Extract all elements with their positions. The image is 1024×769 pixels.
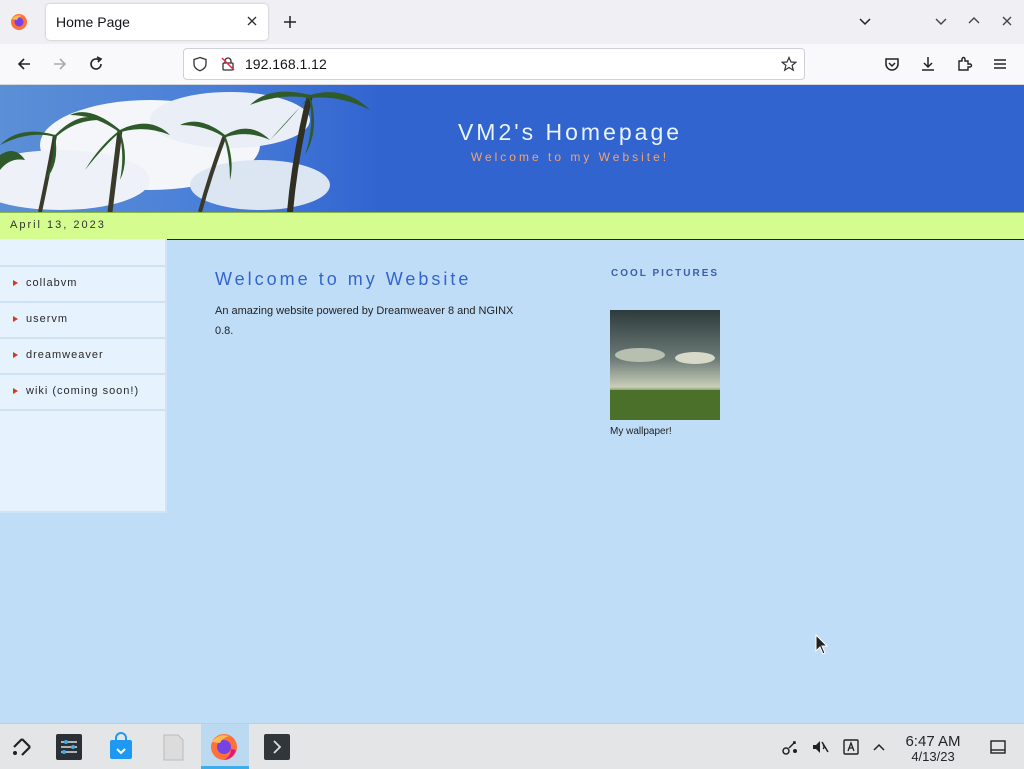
taskbar-firefox[interactable] (201, 724, 249, 769)
sidebar-item-collabvm[interactable]: collabvm (0, 265, 165, 301)
pocket-icon[interactable] (883, 55, 901, 73)
application-launcher-icon[interactable] (10, 735, 34, 759)
hamburger-menu-icon[interactable] (991, 55, 1009, 73)
clock-time[interactable]: 6:47 AM (898, 733, 968, 750)
sidebar-item-wiki[interactable]: wiki (coming soon!) (0, 373, 165, 409)
main-heading: Welcome to my Website (215, 269, 472, 289)
tab-title: Home Page (56, 14, 130, 30)
bullet-arrow-icon (13, 388, 18, 394)
pictures-heading: COOL PICTURES (611, 268, 720, 279)
minimize-window-icon[interactable] (933, 13, 949, 29)
volume-muted-icon[interactable] (811, 738, 829, 756)
sidebar-item-label[interactable]: collabvm (26, 277, 77, 289)
site-tagline: Welcome to my Website! (470, 150, 670, 164)
reload-icon[interactable] (87, 55, 105, 73)
insecure-lock-icon[interactable] (220, 56, 236, 72)
browser-tab-bar: Home Page (0, 0, 1024, 44)
sidebar-item-label[interactable]: uservm (26, 313, 68, 325)
show-desktop-icon[interactable] (989, 738, 1007, 756)
tray-expand-arrow-icon[interactable] (870, 738, 888, 756)
site-sidebar: collabvm uservm dreamweaver wiki (coming… (0, 239, 167, 513)
mouse-cursor-icon (815, 634, 829, 655)
firefox-view-icon[interactable] (10, 13, 28, 31)
bullet-arrow-icon (13, 352, 18, 358)
file-icon (163, 734, 184, 761)
back-arrow-icon[interactable] (15, 55, 33, 73)
web-page: VM2's Homepage Welcome to my Website! Ap… (0, 85, 1024, 723)
clock-date[interactable]: 4/13/23 (898, 749, 968, 764)
browser-nav-bar: 192.168.1.12 (0, 44, 1024, 85)
sidebar-item-label[interactable]: dreamweaver (26, 349, 104, 361)
taskbar-discover-store[interactable] (98, 724, 146, 769)
sidebar-item-uservm[interactable]: uservm (0, 301, 165, 337)
bullet-arrow-icon (13, 280, 18, 286)
close-tab-icon[interactable] (244, 13, 260, 29)
terminal-icon (264, 734, 290, 760)
taskbar-file-manager[interactable] (150, 724, 198, 769)
sidebar-item-dreamweaver[interactable]: dreamweaver (0, 337, 165, 373)
sidebar-item-label[interactable]: wiki (coming soon!) (26, 385, 139, 397)
maximize-window-icon[interactable] (966, 13, 982, 29)
wallpaper-image[interactable] (610, 310, 720, 420)
store-bag-icon (110, 732, 132, 759)
bullet-arrow-icon (13, 316, 18, 322)
main-paragraph: An amazing website powered by Dreamweave… (215, 305, 514, 337)
taskbar-terminal[interactable] (254, 724, 302, 769)
wallpaper-caption: My wallpaper! (610, 426, 672, 437)
current-date: April 13, 2023 (10, 219, 106, 231)
date-bar: April 13, 2023 (0, 212, 1024, 240)
sidebar-divider (0, 409, 165, 425)
list-all-tabs-icon[interactable] (857, 13, 873, 29)
firefox-icon (211, 734, 237, 760)
network-icon[interactable] (781, 738, 799, 756)
tab-home-page[interactable]: Home Page (46, 4, 268, 40)
palm-trees-banner-image (0, 85, 380, 212)
extensions-icon[interactable] (955, 55, 973, 73)
tracking-shield-icon[interactable] (192, 56, 208, 72)
keyboard-layout-icon[interactable] (842, 738, 860, 756)
settings-sliders-icon (56, 734, 82, 760)
url-text: 192.168.1.12 (245, 56, 327, 72)
downloads-icon[interactable] (919, 55, 937, 73)
close-window-icon[interactable] (999, 13, 1015, 29)
desktop-taskbar: 6:47 AM 4/13/23 (0, 723, 1024, 769)
taskbar-system-settings[interactable] (46, 724, 94, 769)
address-bar[interactable]: 192.168.1.12 (183, 48, 805, 80)
site-header: VM2's Homepage Welcome to my Website! (0, 85, 1024, 212)
forward-arrow-icon[interactable] (51, 55, 69, 73)
site-title: VM2's Homepage (457, 119, 683, 145)
new-tab-icon[interactable] (281, 13, 299, 31)
bookmark-star-icon[interactable] (781, 56, 797, 72)
